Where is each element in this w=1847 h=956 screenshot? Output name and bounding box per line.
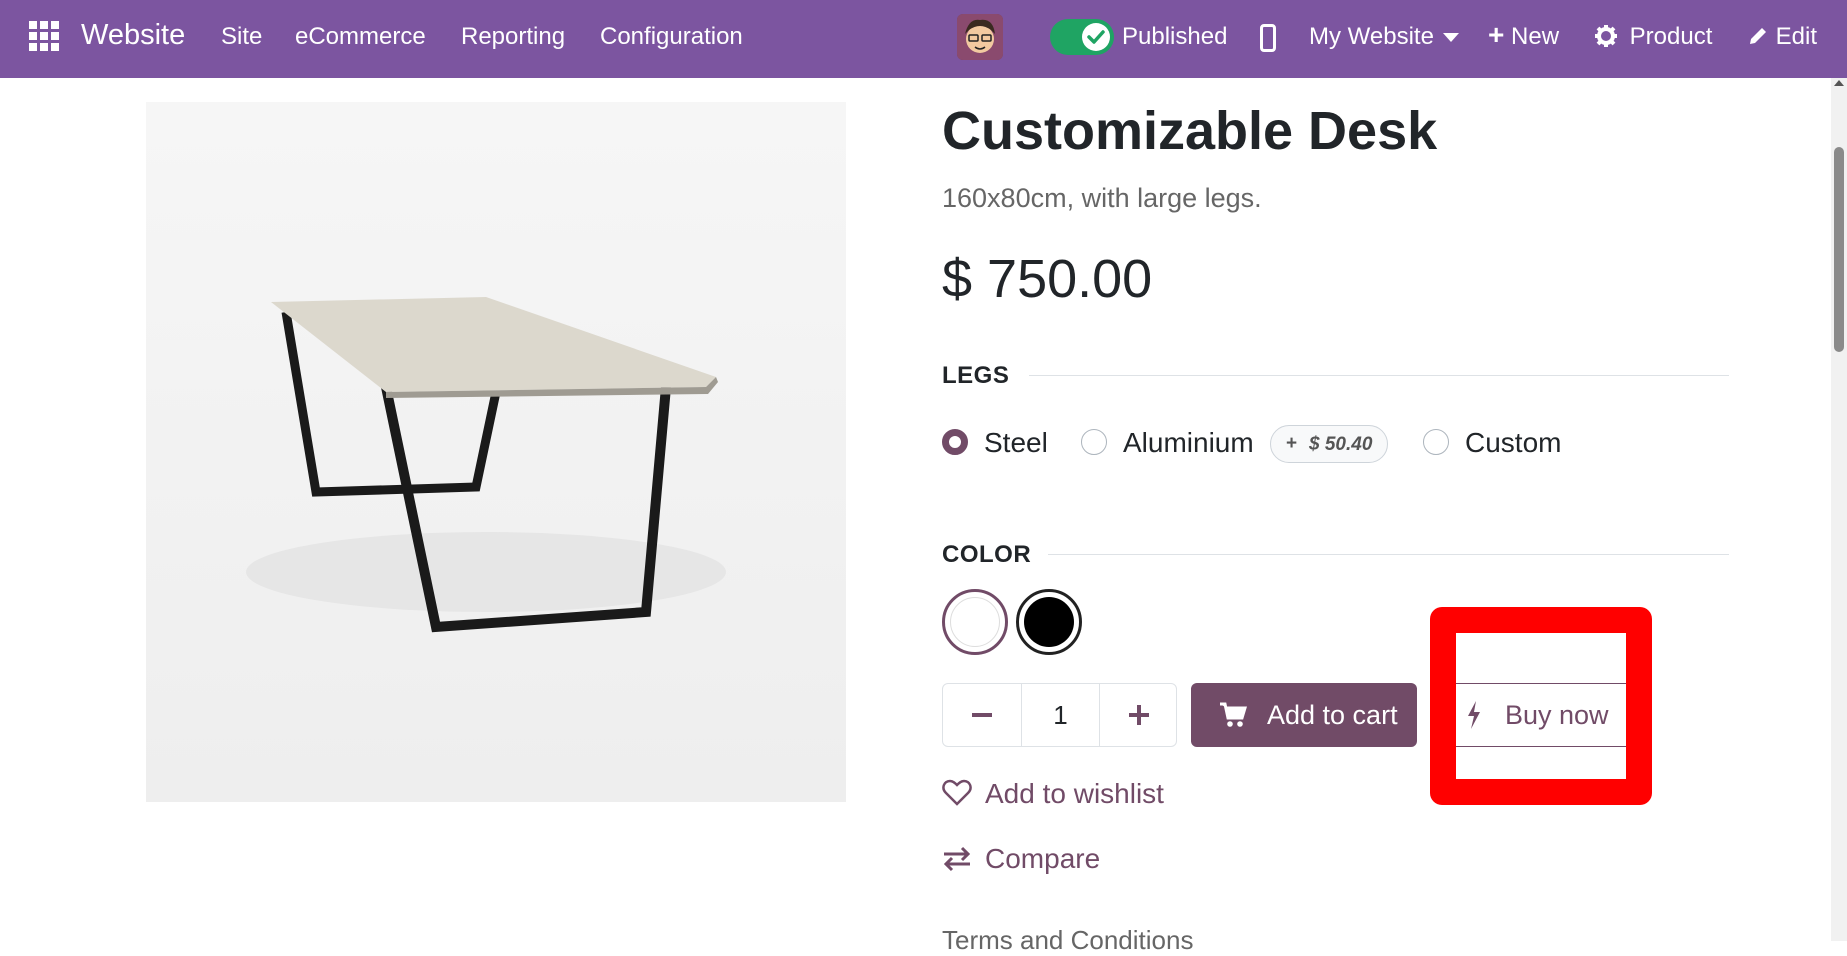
cart-icon <box>1219 702 1248 733</box>
highlight-annotation-box <box>1430 607 1652 805</box>
check-icon <box>1082 23 1110 51</box>
scrollbar-thumb[interactable] <box>1834 147 1844 352</box>
legs-section-label: LEGS <box>942 362 1010 389</box>
app-title[interactable]: Website <box>81 19 185 52</box>
quantity-stepper: 1 <box>942 683 1177 747</box>
add-to-cart-button[interactable]: Add to cart <box>1191 683 1417 747</box>
wishlist-label: Add to wishlist <box>985 778 1164 809</box>
pencil-icon <box>1747 23 1776 50</box>
color-section-label: COLOR <box>942 541 1032 568</box>
new-button[interactable]: + New <box>1488 21 1560 51</box>
menu-site[interactable]: Site <box>221 23 262 51</box>
menu-configuration[interactable]: Configuration <box>600 23 743 51</box>
website-switcher[interactable]: My Website <box>1309 23 1434 51</box>
menu-ecommerce[interactable]: eCommerce <box>295 23 426 51</box>
new-label: New <box>1511 23 1560 50</box>
apps-grid-icon[interactable] <box>29 21 60 52</box>
compare-label: Compare <box>985 843 1101 874</box>
published-toggle[interactable] <box>1050 19 1114 55</box>
quantity-increase-button[interactable] <box>1099 684 1178 746</box>
legs-radio-aluminium[interactable] <box>1081 429 1107 455</box>
plus-icon: + <box>1488 19 1505 50</box>
legs-radio-steel[interactable] <box>942 429 968 455</box>
menu-reporting[interactable]: Reporting <box>461 23 565 51</box>
extra-price-sign: + <box>1286 433 1298 454</box>
legs-radio-custom[interactable] <box>1423 429 1449 455</box>
edit-label: Edit <box>1775 23 1818 50</box>
edit-button[interactable]: Edit <box>1747 23 1817 51</box>
scroll-up-arrow[interactable] <box>1834 80 1844 86</box>
color-swatch-white[interactable] <box>942 589 1008 655</box>
legs-option-aluminium[interactable]: Aluminium <box>1123 427 1254 459</box>
quantity-input[interactable]: 1 <box>1022 684 1099 746</box>
color-divider <box>1048 554 1729 555</box>
caret-down-icon <box>1443 33 1459 42</box>
legs-option-steel[interactable]: Steel <box>984 427 1048 459</box>
product-price: $ 750.00 <box>942 249 1153 309</box>
add-to-cart-label: Add to cart <box>1267 700 1398 730</box>
product-title: Customizable Desk <box>942 101 1438 161</box>
user-avatar[interactable] <box>957 14 1003 60</box>
top-navbar: Website Site eCommerce Reporting Configu… <box>0 0 1847 78</box>
quantity-decrease-button[interactable] <box>943 684 1022 746</box>
extra-price-badge: + $ 50.40 <box>1270 425 1388 463</box>
color-swatch-black[interactable] <box>1016 589 1082 655</box>
extra-price-amount: $ 50.40 <box>1309 434 1373 455</box>
product-button[interactable]: Product <box>1595 23 1712 51</box>
product-image[interactable] <box>146 102 846 802</box>
legs-divider <box>1029 375 1729 376</box>
product-subtitle: 160x80cm, with large legs. <box>942 183 1262 213</box>
product-label: Product <box>1629 23 1713 50</box>
published-label[interactable]: Published <box>1122 23 1227 51</box>
mobile-icon[interactable] <box>1260 24 1276 52</box>
gear-icon <box>1595 23 1624 50</box>
legs-option-custom[interactable]: Custom <box>1465 427 1561 459</box>
